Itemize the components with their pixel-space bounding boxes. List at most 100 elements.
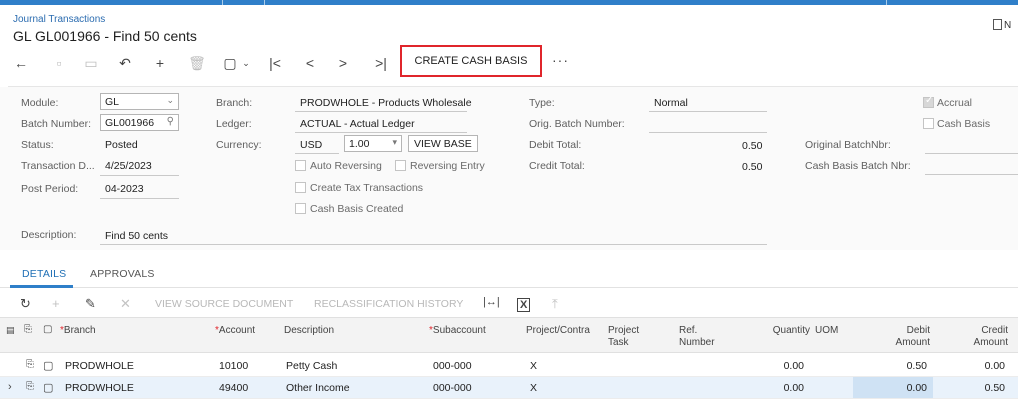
breadcrumb[interactable]: Journal Transactions bbox=[13, 14, 105, 25]
save-icon[interactable]: ▫ bbox=[50, 55, 68, 71]
grid-header: ▤ ⎘ ▢ *Branch *Account Description *Suba… bbox=[0, 317, 1018, 353]
debit-total-value: 0.50 bbox=[742, 140, 763, 152]
cell-description[interactable]: Petty Cash bbox=[286, 360, 337, 372]
cell-debit[interactable]: 0.50 bbox=[860, 360, 927, 372]
post-period-label: Post Period: bbox=[21, 183, 79, 195]
delete-icon[interactable]: 🗑 bbox=[188, 55, 206, 71]
grid-toolbar: ↻ + ✎ ✕ VIEW SOURCE DOCUMENT RECLASSIFIC… bbox=[0, 292, 1018, 316]
attachment-icon[interactable]: ⎘ bbox=[26, 381, 34, 392]
upload-icon[interactable]: ⤒ bbox=[552, 296, 558, 312]
next-record-icon[interactable]: > bbox=[334, 55, 352, 71]
cell-quantity[interactable]: 0.00 bbox=[760, 360, 804, 372]
prev-record-icon[interactable]: < bbox=[301, 55, 319, 71]
cash-basis-created-label: Cash Basis Created bbox=[310, 203, 404, 215]
reclassification-history-button[interactable]: RECLASSIFICATION HISTORY bbox=[314, 298, 463, 310]
tab-bar: DETAILS APPROVALS bbox=[0, 260, 1018, 288]
table-row[interactable]: › ⎘ ▢ PRODWHOLE 49400 Other Income 000-0… bbox=[0, 377, 1018, 399]
delete-row-icon[interactable]: ✕ bbox=[120, 296, 131, 312]
notes-icon bbox=[993, 19, 1002, 30]
cell-subaccount[interactable]: 000-000 bbox=[433, 360, 472, 372]
cell-account[interactable]: 10100 bbox=[219, 360, 248, 372]
module-value: GL bbox=[105, 96, 120, 108]
edit-icon[interactable]: ✎ bbox=[85, 296, 96, 312]
main-toolbar: ← ▫ ▭ ↶ + 🗑 ▢ ⌄ |< < > >| CREATE CASH BA… bbox=[8, 45, 608, 77]
table-row[interactable]: ⎘ ▢ PRODWHOLE 10100 Petty Cash 000-000 X… bbox=[0, 355, 1018, 377]
row-selector-icon[interactable]: ▤ bbox=[6, 324, 15, 336]
cell-debit[interactable]: 0.00 bbox=[860, 382, 927, 394]
col-quantity[interactable]: Quantity bbox=[760, 325, 810, 337]
col-branch[interactable]: *Branch bbox=[60, 325, 96, 337]
cell-account[interactable]: 49400 bbox=[219, 382, 248, 394]
cell-description[interactable]: Other Income bbox=[286, 382, 350, 394]
post-period-value[interactable]: 04-2023 bbox=[105, 183, 144, 195]
type-value: Normal bbox=[654, 97, 688, 109]
currency-label: Currency: bbox=[216, 139, 262, 151]
create-tax-checkbox[interactable] bbox=[295, 182, 306, 193]
row-expand-icon[interactable]: › bbox=[8, 381, 12, 393]
cell-project[interactable]: X bbox=[530, 382, 537, 394]
topbar-separator bbox=[264, 0, 265, 5]
description-value[interactable]: Find 50 cents bbox=[105, 230, 168, 242]
field-underline bbox=[925, 174, 1018, 175]
reversing-entry-checkbox[interactable] bbox=[395, 160, 406, 171]
accrual-checkbox[interactable] bbox=[923, 95, 934, 108]
tab-approvals[interactable]: APPROVALS bbox=[90, 268, 155, 280]
note-icon[interactable]: ▢ bbox=[43, 359, 53, 372]
module-select[interactable]: GL ⌄ bbox=[100, 93, 179, 110]
cell-project[interactable]: X bbox=[530, 360, 537, 372]
cash-basis-checkbox[interactable] bbox=[923, 118, 934, 129]
back-icon[interactable]: ← bbox=[12, 55, 30, 71]
page-title: GL GL001966 - Find 50 cents bbox=[13, 28, 197, 44]
view-base-button[interactable]: VIEW BASE bbox=[408, 135, 478, 152]
notes-link[interactable]: N bbox=[993, 19, 1011, 31]
fit-columns-icon[interactable]: |↔| bbox=[483, 296, 500, 308]
excel-export-icon[interactable]: X bbox=[517, 298, 531, 312]
col-debit-amount[interactable]: Debit Amount bbox=[860, 325, 930, 349]
col-account[interactable]: *Account bbox=[215, 325, 255, 337]
add-row-icon[interactable]: + bbox=[52, 296, 60, 311]
col-credit-amount[interactable]: Credit Amount bbox=[940, 325, 1008, 349]
col-ref-number[interactable]: Ref. Number bbox=[679, 325, 715, 349]
more-actions-icon[interactable]: ··· bbox=[552, 52, 569, 68]
refresh-icon[interactable]: ↻ bbox=[20, 296, 31, 312]
search-icon[interactable]: ⚲ bbox=[167, 116, 174, 127]
col-subaccount[interactable]: *Subaccount bbox=[429, 325, 486, 337]
cell-quantity[interactable]: 0.00 bbox=[760, 382, 804, 394]
view-source-document-button[interactable]: VIEW SOURCE DOCUMENT bbox=[155, 298, 293, 310]
active-tab-indicator bbox=[10, 285, 73, 288]
batch-number-field[interactable]: GL001966 ⚲ bbox=[100, 114, 179, 131]
tab-details[interactable]: DETAILS bbox=[22, 268, 66, 280]
create-cash-basis-button[interactable]: CREATE CASH BASIS bbox=[400, 45, 542, 77]
branch-value[interactable]: PRODWHOLE - Products Wholesale bbox=[300, 97, 472, 109]
currency-rate-select[interactable]: 1.00 ▾ bbox=[344, 135, 402, 152]
field-underline bbox=[100, 198, 179, 199]
chevron-down-icon[interactable]: ⌄ bbox=[237, 55, 255, 71]
batch-number-label: Batch Number: bbox=[21, 118, 92, 130]
attachment-icon[interactable]: ⎘ bbox=[26, 359, 34, 370]
cell-branch[interactable]: PRODWHOLE bbox=[65, 360, 134, 372]
debit-total-label: Debit Total: bbox=[529, 139, 582, 151]
col-uom[interactable]: UOM bbox=[815, 325, 838, 337]
first-record-icon[interactable]: |< bbox=[266, 55, 284, 71]
cell-subaccount[interactable]: 000-000 bbox=[433, 382, 472, 394]
cell-credit[interactable]: 0.00 bbox=[940, 360, 1005, 372]
cash-basis-batch-label: Cash Basis Batch Nbr: bbox=[805, 160, 911, 172]
note-icon: ▢ bbox=[43, 324, 53, 335]
col-project[interactable]: Project/Contra bbox=[526, 325, 590, 337]
note-icon[interactable]: ▢ bbox=[43, 381, 53, 394]
cash-basis-created-checkbox[interactable] bbox=[295, 203, 306, 214]
cell-branch[interactable]: PRODWHOLE bbox=[65, 382, 134, 394]
save-close-icon[interactable]: ▭ bbox=[82, 55, 100, 71]
summary-form: Module: GL ⌄ Batch Number: GL001966 ⚲ Stat… bbox=[0, 87, 1018, 250]
col-description[interactable]: Description bbox=[284, 325, 334, 337]
batch-number-value: GL001966 bbox=[105, 117, 155, 129]
transaction-date-value[interactable]: 4/25/2023 bbox=[105, 160, 152, 172]
auto-reversing-checkbox[interactable] bbox=[295, 160, 306, 171]
add-icon[interactable]: + bbox=[151, 55, 169, 71]
undo-icon[interactable]: ↶ bbox=[116, 55, 134, 71]
ledger-value[interactable]: ACTUAL - Actual Ledger bbox=[300, 118, 415, 130]
currency-value[interactable]: USD bbox=[300, 139, 322, 151]
last-record-icon[interactable]: >| bbox=[372, 55, 390, 71]
cell-credit[interactable]: 0.50 bbox=[940, 382, 1005, 394]
col-project-task[interactable]: Project Task bbox=[608, 325, 639, 349]
